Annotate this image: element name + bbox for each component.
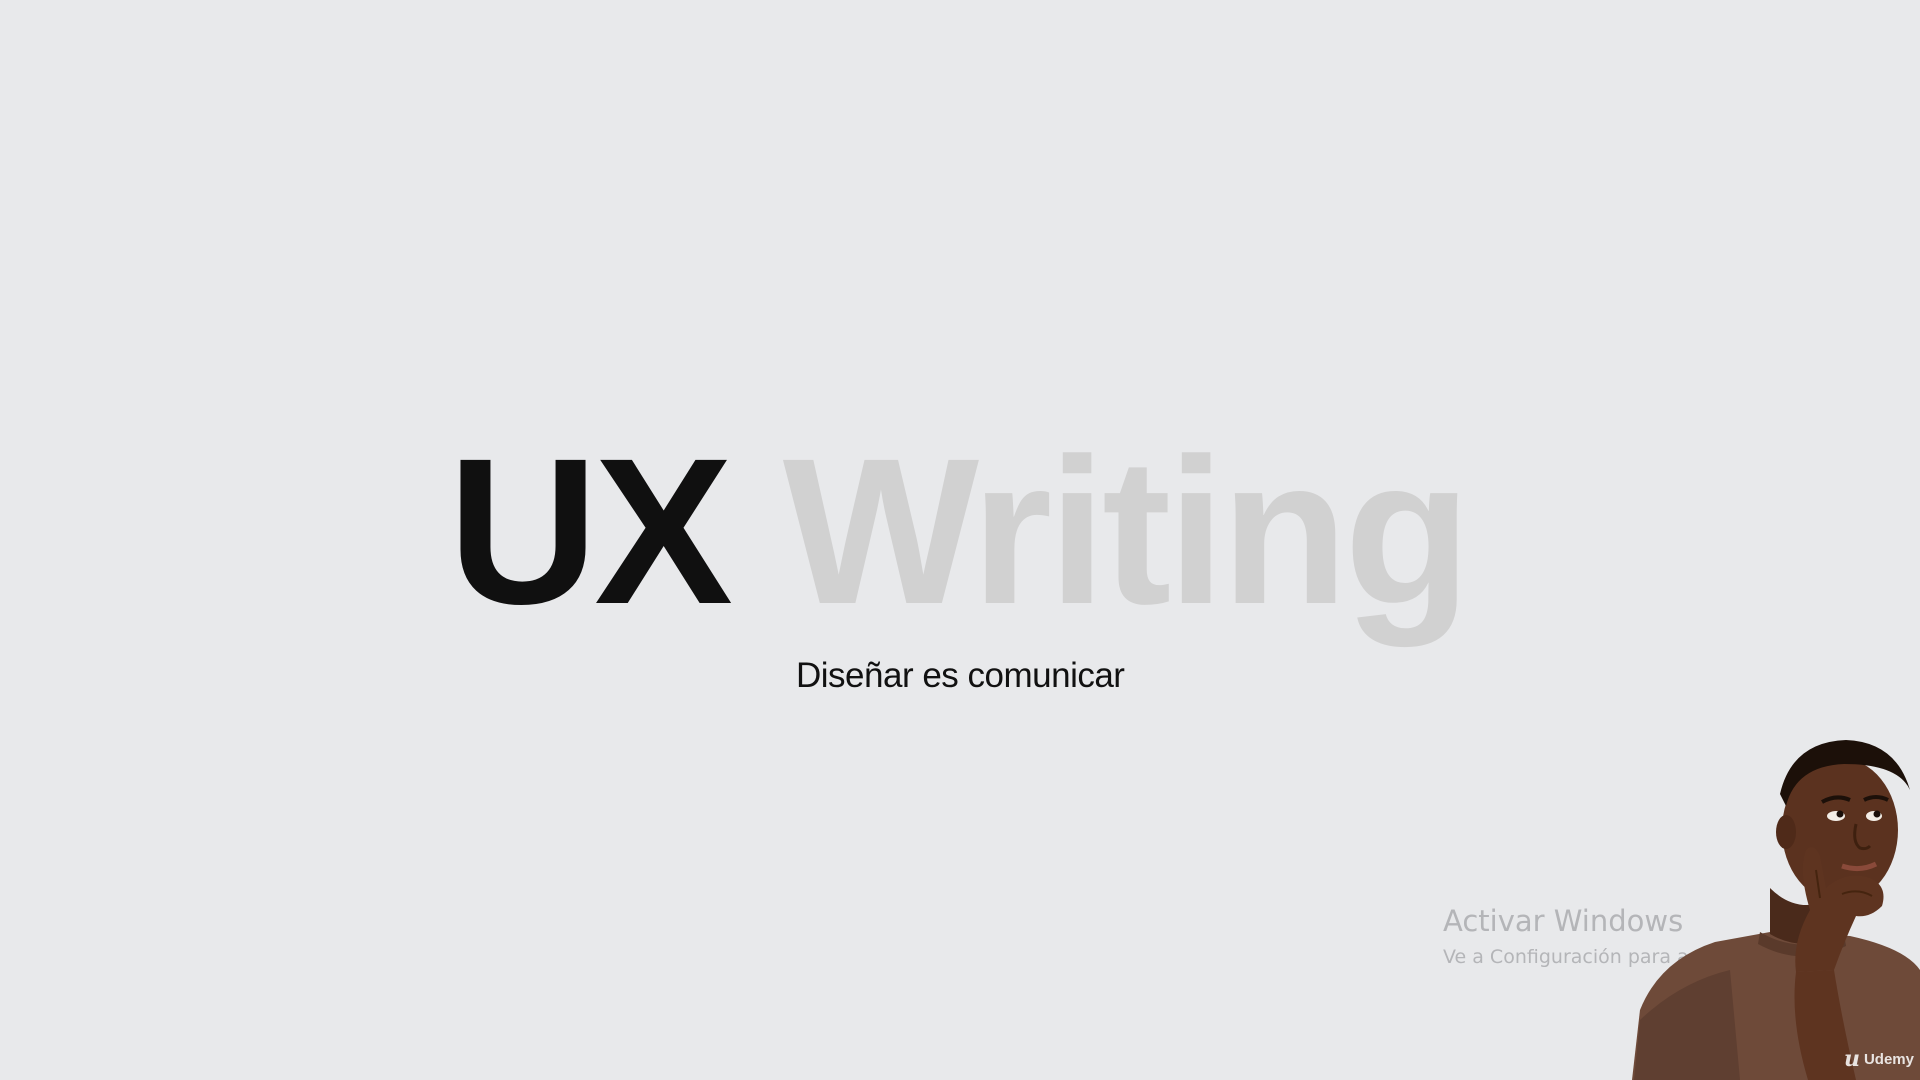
udemy-brand: u Udemy xyxy=(1844,1048,1914,1070)
slide-title: UX Writing xyxy=(448,428,1471,636)
slide-subtitle: Diseñar es comunicar xyxy=(796,656,1125,695)
thinking-person-image xyxy=(1620,720,1920,1080)
slide-stage: UX Writing Diseñar es comunicar Activar … xyxy=(0,0,1920,1080)
title-writing: Writing xyxy=(782,416,1471,648)
brand-name: Udemy xyxy=(1863,1050,1914,1068)
udemy-u-logo-icon: u xyxy=(1843,1046,1860,1072)
title-ux: UX xyxy=(448,416,733,648)
